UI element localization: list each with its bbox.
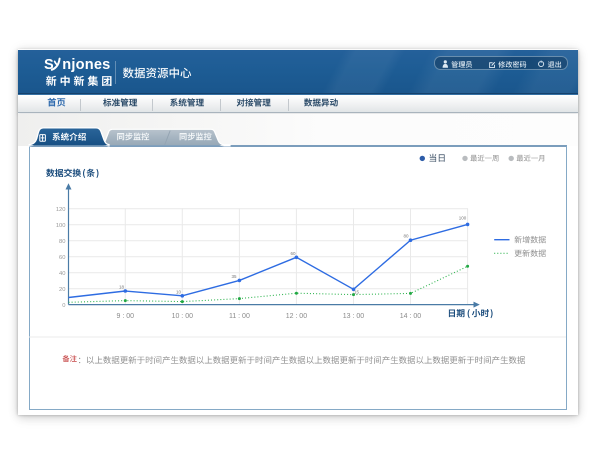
svg-text:14 : 00: 14 : 00 — [400, 313, 422, 320]
svg-text:11 : 00: 11 : 00 — [229, 313, 250, 320]
svg-text:120: 120 — [56, 207, 66, 213]
svg-text:20: 20 — [59, 287, 65, 293]
svg-text:40: 40 — [59, 271, 65, 277]
svg-text:0: 0 — [62, 303, 65, 309]
svg-text:18: 18 — [119, 285, 125, 290]
svg-text:60: 60 — [290, 251, 296, 256]
svg-text:15: 15 — [354, 290, 360, 295]
svg-text:35: 35 — [231, 274, 237, 279]
svg-text:12 : 00: 12 : 00 — [286, 313, 308, 320]
svg-text:9 : 00: 9 : 00 — [117, 313, 135, 320]
svg-text:13 : 00: 13 : 00 — [343, 313, 365, 320]
svg-text:100: 100 — [459, 216, 467, 221]
svg-text:80: 80 — [403, 234, 409, 239]
svg-text:10 : 00: 10 : 00 — [172, 313, 194, 320]
svg-text:100: 100 — [56, 223, 66, 229]
svg-text:10: 10 — [176, 289, 182, 294]
svg-text:80: 80 — [59, 239, 65, 245]
svg-text:60: 60 — [59, 255, 65, 261]
